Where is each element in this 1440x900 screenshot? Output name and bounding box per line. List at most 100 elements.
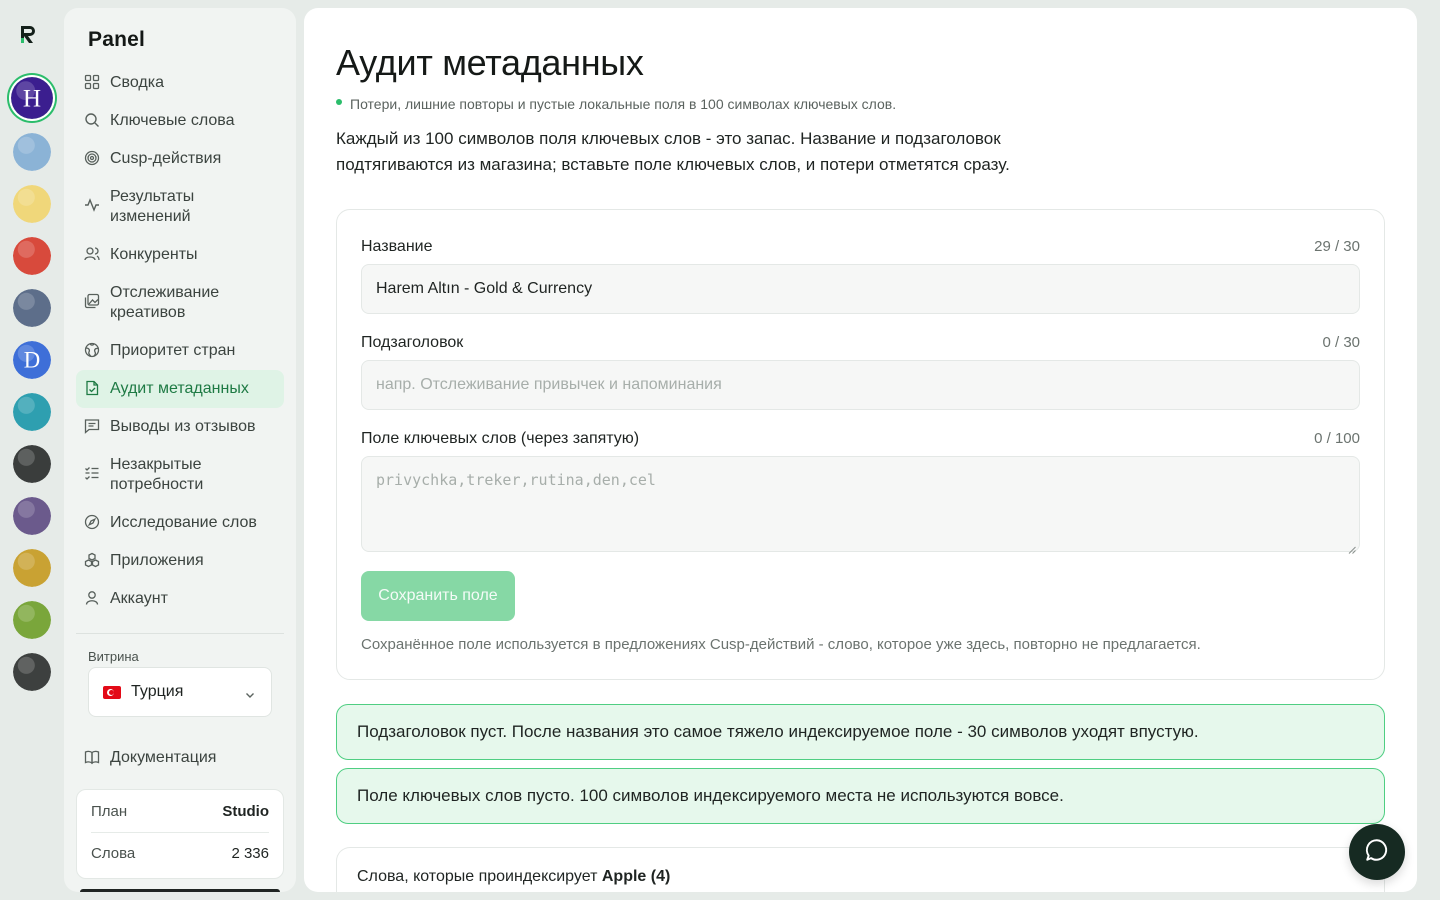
list-check-icon <box>84 465 102 483</box>
sidebar-item-label: Конкуренты <box>110 246 198 263</box>
title-input[interactable]: Harem Altın - Gold & Currency <box>361 264 1360 314</box>
keywords-field-label: Поле ключевых слов (через запятую) <box>361 430 640 447</box>
svg-text:H: H <box>23 85 41 112</box>
sidebar-item-reviews[interactable]: Выводы из отзывов <box>76 408 284 446</box>
words-row: Слова 2 336 <box>91 832 269 874</box>
sidebar-item-label: Аудит метаданных <box>110 380 249 397</box>
book-icon <box>84 749 102 767</box>
store-select[interactable]: Турция <box>88 667 272 717</box>
sidebar-item-label: Приложения <box>110 552 204 569</box>
sidebar-item-label: Ключевые слова <box>110 112 235 129</box>
target-icon <box>84 150 102 168</box>
brand-title: Panel <box>88 28 146 51</box>
subtitle-char-count: 0 / 30 <box>1322 334 1360 351</box>
images-icon <box>84 293 102 311</box>
sidebar-item-label: Выводы из отзывов <box>110 418 256 435</box>
keywords-char-count: 0 / 100 <box>1314 430 1360 447</box>
sidebar-item-competitors[interactable]: Конкуренты <box>76 236 284 274</box>
resize-handle-icon[interactable] <box>1348 540 1356 554</box>
boxes-icon <box>84 552 102 570</box>
app-icon[interactable] <box>13 393 51 431</box>
app-icon[interactable] <box>13 289 51 327</box>
dashboard-icon <box>84 74 102 92</box>
save-field-button[interactable]: Сохранить поле <box>361 571 515 621</box>
store-value: Турция <box>131 683 184 700</box>
subtitle-input[interactable]: напр. Отслеживание привычек и напоминани… <box>361 360 1360 410</box>
app-icon[interactable] <box>13 653 51 691</box>
page-subtitle: Потери, лишние повторы и пустые локальны… <box>336 96 896 112</box>
app-icon[interactable] <box>13 549 51 587</box>
main-content: Аудит метаданных Потери, лишние повторы … <box>304 8 1417 892</box>
save-note: Сохранённое поле используется в предложе… <box>361 636 1201 653</box>
sidebar-item-results[interactable]: Результаты изменений <box>76 178 284 236</box>
app-icon[interactable] <box>13 185 51 223</box>
sidebar-item-account[interactable]: Аккаунт <box>76 580 284 618</box>
svg-text:D: D <box>24 348 40 373</box>
sidebar-item-label: Незакрытые потребности <box>110 456 204 493</box>
app-icon[interactable] <box>13 237 51 275</box>
sidebar-item-label: Исследование слов <box>110 514 257 531</box>
sidebar-item-label: Отслеживание креативов <box>110 284 220 321</box>
keywords-placeholder: privychka,treker,rutina,den,cel <box>376 471 656 489</box>
keywords-textarea[interactable]: privychka,treker,rutina,den,cel <box>361 456 1360 554</box>
metadata-form-card: Название 29 / 30 Harem Altın - Gold & Cu… <box>336 209 1385 680</box>
page-title: Аудит метаданных <box>336 42 644 83</box>
logo-icon[interactable] <box>18 24 38 44</box>
sidebar-nav: Сводка Ключевые слова Cusp-действия Резу… <box>76 64 284 618</box>
sidebar-item-label: Сводка <box>110 74 165 91</box>
sidebar-item-label: Результаты изменений <box>110 188 195 225</box>
sidebar: Panel Сводка Ключевые слова Cusp-действи… <box>64 8 296 892</box>
indexed-brand: Apple <box>601 868 647 885</box>
file-check-icon <box>84 380 102 398</box>
globe-icon <box>84 342 102 360</box>
alert-subtitle-empty: Подзаголовок пуст. После названия это са… <box>336 704 1385 760</box>
search-icon <box>84 112 102 130</box>
status-dot-icon <box>336 99 342 105</box>
sidebar-item-cusp[interactable]: Cusp-действия <box>76 140 284 178</box>
alert-keywords-empty: Поле ключевых слов пусто. 100 символов и… <box>336 768 1385 824</box>
turkey-flag-icon <box>103 685 121 699</box>
user-icon <box>84 590 102 608</box>
title-field-label: Название <box>361 238 433 255</box>
sidebar-item-countries[interactable]: Приоритет стран <box>76 332 284 370</box>
sidebar-item-summary[interactable]: Сводка <box>76 64 284 102</box>
compass-icon <box>84 514 102 532</box>
sidebar-item-keywords[interactable]: Ключевые слова <box>76 102 284 140</box>
words-label: Слова <box>91 845 136 862</box>
app-icon[interactable] <box>13 133 51 171</box>
chat-bubble-icon <box>1364 837 1390 868</box>
app-icon[interactable] <box>13 445 51 483</box>
sidebar-item-label: Аккаунт <box>110 590 168 607</box>
indexed-words-title: Слова, которые проиндексирует Apple (4) <box>357 868 670 886</box>
store-label: Витрина <box>88 649 139 664</box>
indexed-prefix: Слова, которые проиндексирует <box>357 868 602 885</box>
app-icon[interactable]: D <box>13 341 51 379</box>
activity-icon <box>84 197 102 215</box>
documentation-label: Документация <box>110 749 217 766</box>
documentation-link[interactable]: Документация <box>84 749 216 767</box>
indexed-words-card: Слова, которые проиндексирует Apple (4) <box>336 847 1385 892</box>
plan-value: Studio <box>222 802 269 820</box>
app-icon[interactable] <box>13 497 51 535</box>
plan-row: План Studio <box>91 790 269 832</box>
divider <box>76 633 284 634</box>
sidebar-item-apps[interactable]: Приложения <box>76 542 284 580</box>
indexed-count: (4) <box>650 868 671 885</box>
plan-label: План <box>91 802 128 820</box>
app-icon[interactable]: H <box>11 77 53 119</box>
intro-text: Каждый из 100 символов поля ключевых сло… <box>336 129 1010 174</box>
message-icon <box>84 418 102 436</box>
sidebar-item-creatives[interactable]: Отслеживание креативов <box>76 274 284 332</box>
words-value: 2 336 <box>231 845 269 862</box>
sidebar-item-needs[interactable]: Незакрытые потребности <box>76 446 284 504</box>
sidebar-item-label: Cusp-действия <box>110 150 222 167</box>
sidebar-bottom-bar <box>80 889 280 892</box>
app-rail: HD <box>0 0 64 900</box>
sidebar-item-word-research[interactable]: Исследование слов <box>76 504 284 542</box>
sidebar-item-metadata-audit[interactable]: Аудит метаданных <box>76 370 284 408</box>
subtitle-field-label: Подзаголовок <box>361 334 464 351</box>
chat-button[interactable] <box>1349 824 1405 880</box>
app-icon[interactable] <box>13 601 51 639</box>
users-icon <box>84 246 102 264</box>
chevron-down-icon <box>245 687 255 698</box>
